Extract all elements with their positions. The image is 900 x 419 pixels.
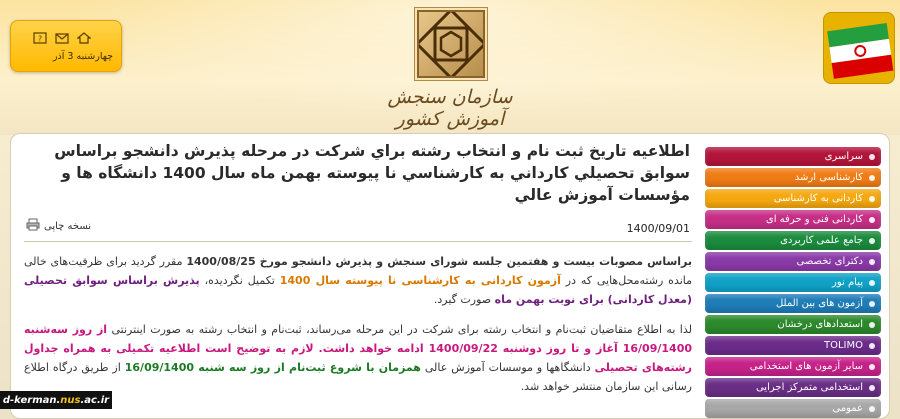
menu-item[interactable]: عمومی (705, 399, 881, 418)
menu-item[interactable]: کاردانی فنی و حرفه ای (705, 210, 881, 229)
menu-item-label: کاردانی به کارشناسی (773, 193, 863, 204)
p1-bold: براساس مصوبات بیست و هفتمین جلسه شورای س… (186, 255, 693, 268)
publish-date: 1400/09/01 (626, 222, 690, 235)
p1-text-3: صورت گیرد. (433, 293, 495, 306)
menu-item[interactable]: کارشناسی ارشد (705, 168, 881, 187)
p2-green: همزمان با شروع ثبت‌نام از روز سه شنبه 16… (124, 361, 421, 374)
article-meta: 1400/09/01 نسخه چاپی (24, 218, 692, 240)
menu-item-label: سایر آزمون های استخدامی (749, 361, 863, 372)
paragraph-1: براساس مصوبات بیست و هفتمین جلسه شورای س… (24, 252, 692, 309)
bullet-icon (869, 258, 875, 265)
article: اطلاعيه تاريخ ثبت نام و انتخاب رشته براي… (24, 140, 692, 419)
menu-item-label: سراسری (824, 151, 863, 162)
p1-highlight: آزمون کاردانی به کارشناسی نا پیوسته سال … (279, 274, 561, 287)
mail-icon[interactable] (55, 29, 69, 44)
help-icon[interactable]: ? (33, 29, 47, 44)
menu-item[interactable]: پیام نور (705, 273, 881, 292)
menu-item[interactable]: جامع علمی کاربردی (705, 231, 881, 250)
bullet-icon (869, 195, 875, 202)
menu-item[interactable]: دکترای تخصصی (705, 252, 881, 271)
header-date: چهارشنبه 3 آذر (52, 51, 113, 62)
bullet-icon (869, 279, 875, 286)
menu-item-label: کاردانی فنی و حرفه ای (765, 214, 863, 225)
menu-item[interactable]: آزمون های بین الملل (705, 294, 881, 313)
bullet-icon (869, 237, 875, 244)
iran-flag (823, 12, 895, 84)
menu-item-label: استعدادهای درخشان (777, 319, 863, 330)
p1-text-2: تکمیل نگردیده، (199, 274, 280, 287)
bullet-icon (869, 300, 875, 307)
bullet-icon (869, 342, 875, 349)
printer-icon (26, 218, 40, 234)
menu-item-label: جامع علمی کاربردی (780, 235, 863, 246)
divider (24, 241, 692, 242)
menu-item[interactable]: استخدامی متمرکز اجرایی (705, 378, 881, 397)
paragraph-2: لذا به اطلاع متقاضیان ثبت‌نام و انتخاب ر… (24, 320, 692, 396)
watermark-highlight: nus (60, 394, 81, 406)
menu-item-label: دکترای تخصصی (796, 256, 863, 267)
bullet-icon (869, 363, 875, 370)
org-logo[interactable] (414, 7, 488, 81)
bullet-icon (869, 153, 875, 160)
menu-item[interactable]: استعدادهای درخشان (705, 315, 881, 334)
p2-text-2: دانشگاهها و موسسات آموزش عالی (420, 361, 595, 374)
menu-item-label: آزمون های بین الملل (775, 298, 863, 309)
bullet-icon (869, 216, 875, 223)
watermark-suffix: .ac.ir (80, 394, 110, 406)
org-name: سازمان سنجش آموزش کشور (387, 86, 513, 130)
menu-item[interactable]: TOLIMO (705, 336, 881, 355)
menu-item-label: عمومی (832, 403, 863, 414)
watermark-prefix: d-kerman. (2, 394, 61, 406)
article-title: اطلاعيه تاريخ ثبت نام و انتخاب رشته براي… (54, 142, 690, 204)
bullet-icon (869, 321, 875, 328)
site-watermark: d-kerman. nus .ac.ir (0, 391, 112, 409)
home-icon[interactable] (76, 29, 92, 44)
svg-text:?: ? (38, 35, 42, 44)
side-menu: سراسری کارشناسی ارشد کاردانی به کارشناسی کا… (705, 147, 881, 419)
menu-item[interactable]: کاردانی به کارشناسی (705, 189, 881, 208)
bullet-icon (869, 384, 875, 391)
menu-item-label: کارشناسی ارشد (794, 172, 863, 183)
date-box: ? چهارشنبه 3 آذر (10, 20, 122, 72)
bullet-icon (869, 174, 875, 181)
menu-item[interactable]: سایر آزمون های استخدامی (705, 357, 881, 376)
menu-item-label: TOLIMO (824, 340, 863, 351)
menu-item-label: استخدامی متمرکز اجرایی (755, 382, 863, 393)
bullet-icon (869, 405, 875, 412)
print-label: نسخه چاپی (44, 220, 92, 232)
menu-item[interactable]: سراسری (705, 147, 881, 166)
p2-text: لذا به اطلاع متقاضیان ثبت‌نام و انتخاب ر… (107, 323, 692, 336)
menu-item-label: پیام نور (832, 277, 863, 288)
print-button[interactable]: نسخه چاپی (26, 218, 91, 234)
